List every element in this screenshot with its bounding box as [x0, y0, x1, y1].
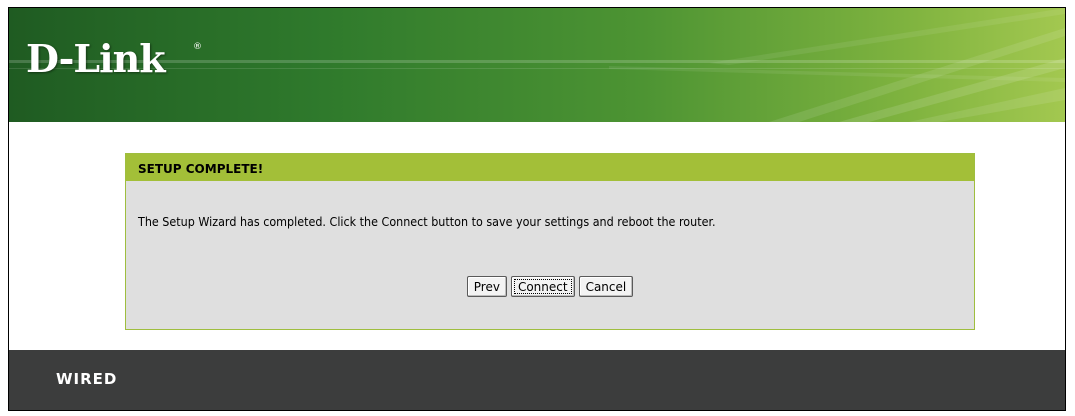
wizard-message: The Setup Wizard has completed. Click th… [138, 215, 716, 229]
page-frame: D-Link ® SETUP COMPLETE! The Setup Wizar… [8, 7, 1066, 411]
header-banner: D-Link ® [9, 8, 1065, 122]
wired-label: WIRED [56, 370, 118, 388]
wizard-title-bar: SETUP COMPLETE! [126, 154, 974, 181]
registered-mark: ® [193, 42, 202, 52]
setup-wizard-panel: SETUP COMPLETE! The Setup Wizard has com… [125, 153, 975, 330]
wizard-title: SETUP COMPLETE! [138, 162, 264, 176]
wizard-button-row: Prev Connect Cancel [126, 276, 974, 297]
cancel-button[interactable]: Cancel [578, 276, 634, 297]
footer-bar: WIRED [9, 350, 1065, 410]
connect-button[interactable]: Connect [510, 276, 575, 297]
dlink-logo: D-Link [26, 36, 166, 81]
prev-button[interactable]: Prev [466, 276, 507, 297]
banner-streaks [9, 8, 1065, 122]
